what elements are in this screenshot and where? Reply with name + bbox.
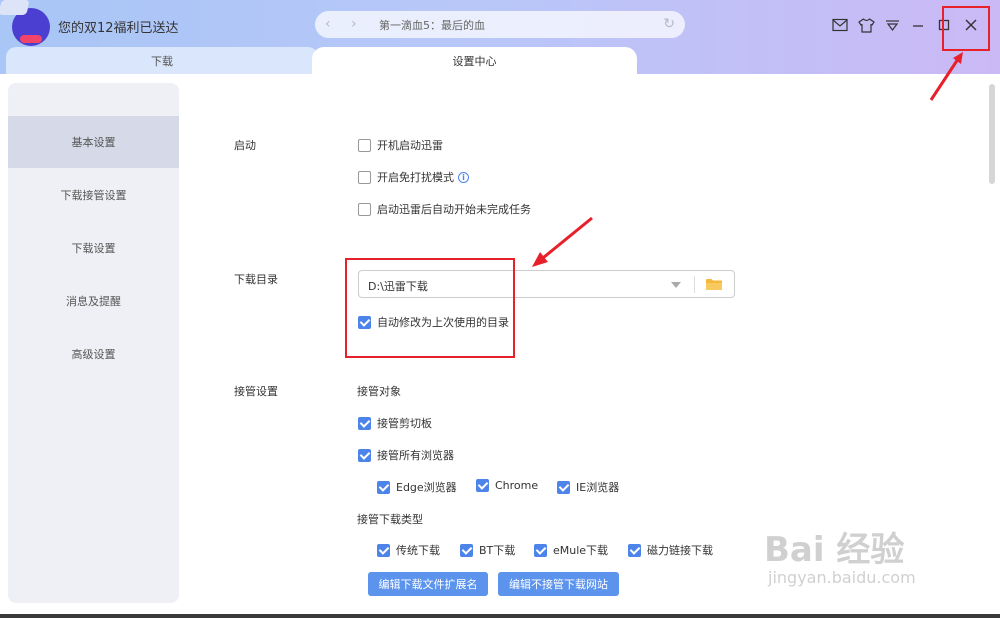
traditional-download-checkbox[interactable] xyxy=(377,543,390,557)
do-not-disturb-checkbox[interactable] xyxy=(358,170,371,184)
divider xyxy=(694,276,695,293)
sidebar-item-messages[interactable]: 消息及提醒 xyxy=(8,275,179,327)
edit-excluded-sites-button[interactable]: 编辑不接管下载网站 xyxy=(498,572,619,596)
skin-icon[interactable] xyxy=(856,15,876,35)
title-bar: 您的双12福利已送达 ‹ › 第一滴血5：最后的血 ↻ 下载 设置中心 xyxy=(0,0,1000,74)
address-bar[interactable]: ‹ › 第一滴血5：最后的血 ↻ xyxy=(315,11,685,38)
all-browsers-label: 接管所有浏览器 xyxy=(377,449,454,462)
ie-checkbox[interactable] xyxy=(557,480,570,494)
option-traditional-download[interactable]: 传统下载 xyxy=(377,542,440,558)
takeover-target-label: 接管对象 xyxy=(357,385,401,398)
settings-sidebar: 基本设置 下载接管设置 下载设置 消息及提醒 高级设置 xyxy=(8,83,179,603)
section-label-download-dir: 下载目录 xyxy=(234,273,278,286)
option-chrome[interactable]: Chrome xyxy=(476,479,538,492)
sidebar-item-takeover[interactable]: 下载接管设置 xyxy=(8,169,179,221)
sidebar-item-basic[interactable]: 基本设置 xyxy=(8,116,179,168)
clipboard-label: 接管剪切板 xyxy=(377,417,432,430)
do-not-disturb-label: 开启免打扰模式 xyxy=(377,171,454,184)
back-icon[interactable]: ‹ xyxy=(325,16,331,32)
chevron-down-icon[interactable] xyxy=(671,282,681,288)
new-tab-button[interactable] xyxy=(0,0,30,15)
option-ie[interactable]: IE浏览器 xyxy=(557,479,619,495)
option-edge[interactable]: Edge浏览器 xyxy=(377,479,457,495)
scrollbar-thumb[interactable] xyxy=(989,84,995,184)
resume-tasks-label: 启动迅雷后自动开始未完成任务 xyxy=(377,203,531,216)
takeover-types-label: 接管下载类型 xyxy=(357,513,423,526)
tab-settings[interactable]: 设置中心 xyxy=(312,47,637,74)
edge-label: Edge浏览器 xyxy=(396,481,457,494)
info-icon[interactable]: i xyxy=(458,171,469,183)
autostart-checkbox[interactable] xyxy=(358,138,371,152)
magnet-download-checkbox[interactable] xyxy=(628,543,641,557)
section-label-startup: 启动 xyxy=(234,139,256,152)
download-dir-highlight-box xyxy=(345,258,515,358)
arrow-annotation-close xyxy=(929,52,963,101)
emule-download-checkbox[interactable] xyxy=(534,543,547,557)
traditional-download-label: 传统下载 xyxy=(396,544,440,557)
option-resume-tasks[interactable]: 启动迅雷后自动开始未完成任务 xyxy=(358,201,531,217)
bt-download-checkbox[interactable] xyxy=(460,543,473,557)
section-label-takeover: 接管设置 xyxy=(234,385,278,398)
chrome-label: Chrome xyxy=(495,479,539,492)
promo-text[interactable]: 您的双12福利已送达 xyxy=(58,17,179,36)
option-do-not-disturb[interactable]: 开启免打扰模式 i xyxy=(358,169,469,185)
option-clipboard[interactable]: 接管剪切板 xyxy=(358,415,432,431)
watermark-logo: Bai 经验 xyxy=(764,530,905,570)
scrollbar[interactable] xyxy=(987,74,997,618)
magnet-download-label: 磁力链接下载 xyxy=(647,544,713,557)
clipboard-checkbox[interactable] xyxy=(358,416,371,430)
folder-icon[interactable] xyxy=(705,278,723,291)
close-highlight-box xyxy=(942,6,990,51)
ie-label: IE浏览器 xyxy=(576,481,620,494)
option-all-browsers[interactable]: 接管所有浏览器 xyxy=(358,447,454,463)
option-bt-download[interactable]: BT下载 xyxy=(460,542,515,558)
edge-checkbox[interactable] xyxy=(377,480,390,494)
autostart-label: 开机启动迅雷 xyxy=(377,139,443,152)
minimize-icon[interactable] xyxy=(908,15,928,35)
bottom-edge xyxy=(0,614,1000,618)
watermark: Bai 经验 jingyan.baidu.com xyxy=(758,504,958,604)
option-magnet-download[interactable]: 磁力链接下载 xyxy=(628,542,713,558)
tab-download[interactable]: 下载 xyxy=(6,47,318,74)
emule-download-label: eMule下载 xyxy=(553,544,609,557)
mail-icon[interactable] xyxy=(830,15,850,35)
sidebar-item-download[interactable]: 下载设置 xyxy=(8,222,179,274)
option-emule-download[interactable]: eMule下载 xyxy=(534,542,608,558)
watermark-url: jingyan.baidu.com xyxy=(768,568,916,587)
arrow-annotation-dir xyxy=(532,216,593,267)
address-text[interactable]: 第一滴血5：最后的血 xyxy=(379,17,485,33)
all-browsers-checkbox[interactable] xyxy=(358,448,371,462)
refresh-icon[interactable]: ↻ xyxy=(663,16,675,32)
menu-icon[interactable] xyxy=(882,15,902,35)
resume-tasks-checkbox[interactable] xyxy=(358,202,371,216)
edit-extensions-button[interactable]: 编辑下载文件扩展名 xyxy=(368,572,488,596)
chrome-checkbox[interactable] xyxy=(476,479,489,492)
bt-download-label: BT下载 xyxy=(479,544,516,557)
option-autostart[interactable]: 开机启动迅雷 xyxy=(358,137,443,153)
forward-icon[interactable]: › xyxy=(351,16,357,32)
sidebar-item-advanced[interactable]: 高级设置 xyxy=(8,328,179,380)
